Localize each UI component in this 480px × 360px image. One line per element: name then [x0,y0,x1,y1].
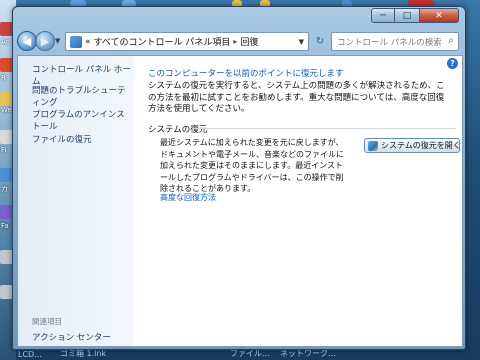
advanced-recovery-link[interactable]: 高度な回復方法 [160,192,216,203]
refresh-icon: ↻ [315,36,325,47]
desktop-icon-label: R [1,74,6,82]
address-dropdown-icon[interactable]: ▼ [299,38,304,46]
task-pane: コントロール パネル ホーム 問題のトラブルシューティング プログラムのアンイン… [18,56,134,346]
close-button[interactable]: ✕ [419,8,459,23]
minimize-button[interactable]: ─ [371,8,395,23]
section-divider [194,128,456,129]
caption-buttons: ─ □ ✕ [371,8,459,23]
breadcrumb-separator-icon[interactable]: ▸ [233,37,237,46]
recovery-description: システムの復元を実行すると、システム上の問題の多くが解決されるため、この方法を最… [148,81,445,114]
breadcrumb-all-items[interactable]: すべてのコントロール パネル項目 [94,35,231,48]
desktop-icon-label: Fi [1,146,7,154]
search-input[interactable]: コントロール パネルの検索 ⌕ [331,32,459,51]
open-system-restore-button[interactable]: システムの復元を開く [364,138,461,153]
restore-files-link[interactable]: ファイルの復元 [32,134,132,146]
recent-pages-dropdown-icon[interactable]: ▼ [55,37,60,45]
uninstall-program-link[interactable]: プログラムのアンインストール [32,109,132,133]
troubleshooting-link[interactable]: 問題のトラブルシューティング [32,85,132,109]
search-placeholder: コントロール パネルの検索 [337,37,442,48]
desktop-bottom-label: LCD... [18,350,42,359]
system-restore-heading: システムの復元 [148,125,208,135]
control-panel-icon [70,35,82,48]
refresh-button[interactable]: ↻ [313,33,327,50]
restore-point-link[interactable]: このコンピューターを以前のポイントに復元します [148,67,344,79]
related-items-heading: 関連項目 [32,317,62,326]
breadcrumb-recovery[interactable]: 回復 [240,35,258,48]
maximize-button[interactable]: □ [395,8,419,23]
help-icon[interactable]: ? [447,58,458,69]
back-button[interactable]: ◀ [17,31,37,51]
action-center-link[interactable]: アクション センター [32,331,111,343]
desktop-icon-label: Ac [1,38,10,46]
desktop-icon-label: カ [1,185,8,193]
content-area: コントロール パネル ホーム 問題のトラブルシューティング プログラムのアンイン… [17,55,463,347]
navigation-row: ◀ ▶ ▼ « すべてのコントロール パネル項目 ▸ 回復 ▼ ↻ コントロール… [13,29,465,55]
system-restore-description: 最近システムに加えられた変更を元に戻しますが、ドキュメントや電子メール、音楽など… [160,138,344,193]
open-system-restore-label: システムの復元を開く [381,141,461,150]
forward-arrow-icon: ▶ [40,34,50,48]
desktop-icon-label: Fa [1,222,9,230]
recovery-window: ─ □ ✕ ◀ ▶ ▼ « すべてのコントロール パネル項目 ▸ 回復 ▼ ↻ … [12,6,466,350]
address-overflow-chevron[interactable]: « [85,37,91,47]
back-arrow-icon: ◀ [22,34,32,48]
title-bar[interactable]: ─ □ ✕ [13,7,465,29]
desktop-icon-label: We [1,106,12,114]
system-restore-icon [368,140,378,151]
address-bar[interactable]: « すべてのコントロール パネル項目 ▸ 回復 ▼ [65,32,309,51]
forward-button[interactable]: ▶ [35,31,55,51]
search-icon[interactable]: ⌕ [448,35,454,46]
